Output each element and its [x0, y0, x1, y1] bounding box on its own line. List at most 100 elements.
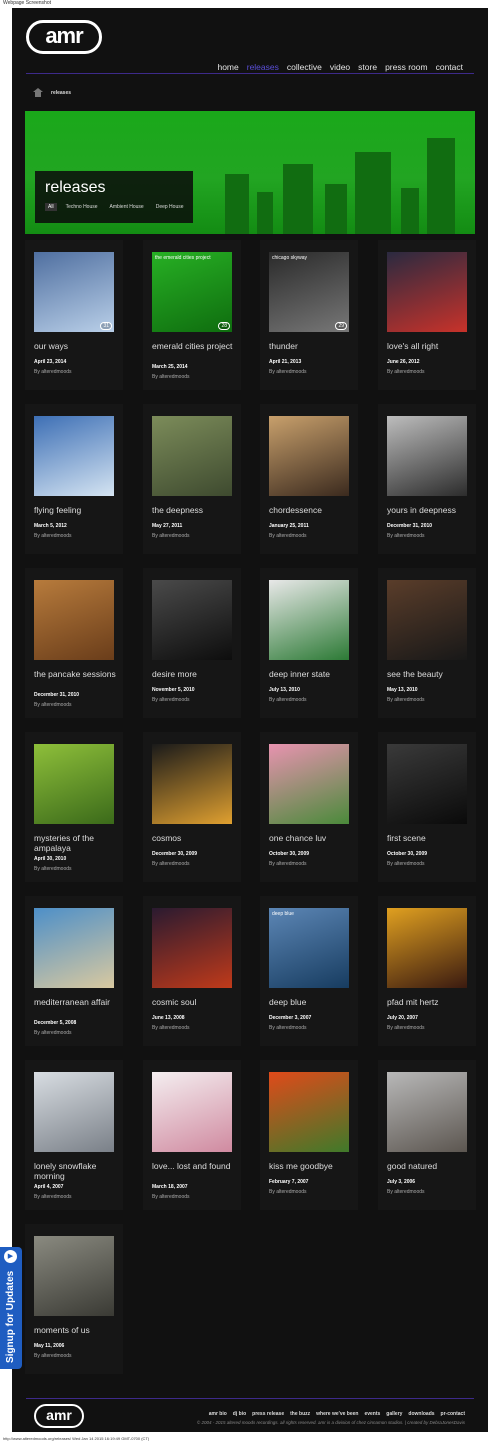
release-author[interactable]: By alteredmoods [152, 374, 190, 380]
release-cover[interactable] [152, 1072, 232, 1152]
release-cover[interactable] [152, 580, 232, 660]
filter-techno-house[interactable]: Techno House [63, 203, 101, 211]
release-cover[interactable] [152, 744, 232, 824]
release-cover[interactable] [269, 744, 349, 824]
release-author[interactable]: By alteredmoods [269, 1025, 307, 1031]
release-title[interactable]: moments of us [34, 1325, 124, 1335]
release-cover[interactable] [269, 580, 349, 660]
nav-item-video[interactable]: video [330, 62, 350, 72]
release-author[interactable]: By alteredmoods [34, 1030, 72, 1036]
release-title[interactable]: mediterranean affair [34, 997, 124, 1007]
release-cover[interactable] [34, 416, 114, 496]
release-cover[interactable] [387, 416, 467, 496]
release-author[interactable]: By alteredmoods [152, 533, 190, 539]
release-author[interactable]: By alteredmoods [387, 1025, 425, 1031]
filter-all[interactable]: All [45, 203, 57, 211]
filter-deep-house[interactable]: Deep House [153, 203, 187, 211]
release-cover[interactable] [387, 908, 467, 988]
signup-tab[interactable]: ▶ Signup for Updates [0, 1247, 22, 1369]
release-author[interactable]: By alteredmoods [387, 533, 425, 539]
release-author[interactable]: By alteredmoods [34, 1194, 72, 1200]
footer-link-the-buzz[interactable]: the buzz [290, 1411, 310, 1417]
release-cover[interactable] [34, 744, 114, 824]
nav-item-releases[interactable]: releases [247, 62, 279, 72]
release-title[interactable]: flying feeling [34, 505, 124, 515]
release-title[interactable]: love... lost and found [152, 1161, 242, 1171]
release-cover[interactable]: chicago skyway 29 [269, 252, 349, 332]
footer-link-pr-contact[interactable]: pr-contact [441, 1411, 465, 1417]
release-author[interactable]: By alteredmoods [269, 1189, 307, 1195]
release-cover[interactable] [34, 1072, 114, 1152]
release-title[interactable]: the pancake sessions [34, 669, 124, 679]
release-title[interactable]: deep blue [269, 997, 359, 1007]
release-title[interactable]: mysteries of the ampalaya [34, 833, 124, 853]
release-author[interactable]: By alteredmoods [387, 369, 425, 375]
release-cover[interactable]: the emerald cities project 28 [152, 252, 232, 332]
release-cover[interactable] [152, 908, 232, 988]
footer-link-events[interactable]: events [364, 1411, 380, 1417]
release-author[interactable]: By alteredmoods [152, 697, 190, 703]
release-cover[interactable] [387, 744, 467, 824]
release-cover[interactable] [34, 580, 114, 660]
release-author[interactable]: By alteredmoods [34, 702, 72, 708]
footer-link-press-release[interactable]: press release [252, 1411, 284, 1417]
nav-item-store[interactable]: store [358, 62, 377, 72]
release-title[interactable]: cosmos [152, 833, 242, 843]
release-cover[interactable] [152, 416, 232, 496]
release-title[interactable]: one chance luv [269, 833, 359, 843]
footer-logo[interactable]: amr [34, 1404, 84, 1428]
release-cover[interactable]: 31 [34, 252, 114, 332]
nav-item-contact[interactable]: contact [436, 62, 463, 72]
release-author[interactable]: By alteredmoods [269, 533, 307, 539]
site-logo[interactable]: amr [26, 20, 102, 54]
release-title[interactable]: the deepness [152, 505, 242, 515]
footer-link-amr-bio[interactable]: amr bio [209, 1411, 227, 1417]
release-cover[interactable] [269, 1072, 349, 1152]
release-author[interactable]: By alteredmoods [387, 1189, 425, 1195]
release-title[interactable]: kiss me goodbye [269, 1161, 359, 1171]
release-author[interactable]: By alteredmoods [269, 697, 307, 703]
nav-item-home[interactable]: home [217, 62, 238, 72]
release-date: May 27, 2011 [152, 523, 183, 529]
release-cover[interactable] [269, 416, 349, 496]
release-author[interactable]: By alteredmoods [152, 861, 190, 867]
nav-item-press-room[interactable]: press room [385, 62, 428, 72]
release-author[interactable]: By alteredmoods [269, 369, 307, 375]
release-cover[interactable]: deep blue [269, 908, 349, 988]
release-author[interactable]: By alteredmoods [34, 866, 72, 872]
footer-link-where-we-ve-been[interactable]: where we've been [316, 1411, 358, 1417]
filter-ambient-house[interactable]: Ambient House [107, 203, 147, 211]
release-title[interactable]: thunder [269, 341, 359, 351]
release-title[interactable]: deep inner state [269, 669, 359, 679]
footer-link-dj-bio[interactable]: dj bio [233, 1411, 246, 1417]
footer-link-downloads[interactable]: downloads [408, 1411, 434, 1417]
release-title[interactable]: see the beauty [387, 669, 477, 679]
release-title[interactable]: love's all right [387, 341, 477, 351]
release-cover[interactable] [387, 1072, 467, 1152]
release-author[interactable]: By alteredmoods [152, 1025, 190, 1031]
release-cover[interactable] [34, 1236, 114, 1316]
release-author[interactable]: By alteredmoods [34, 1353, 72, 1359]
release-title[interactable]: lonely snowflake morning [34, 1161, 124, 1181]
release-author[interactable]: By alteredmoods [387, 861, 425, 867]
release-author[interactable]: By alteredmoods [152, 1194, 190, 1200]
release-title[interactable]: good natured [387, 1161, 477, 1171]
home-icon[interactable] [33, 88, 43, 97]
release-title[interactable]: chordessence [269, 505, 359, 515]
release-title[interactable]: desire more [152, 669, 242, 679]
release-cover[interactable] [387, 252, 467, 332]
release-author[interactable]: By alteredmoods [34, 533, 72, 539]
release-title[interactable]: yours in deepness [387, 505, 477, 515]
release-title[interactable]: our ways [34, 341, 124, 351]
release-cover[interactable] [34, 908, 114, 988]
nav-item-collective[interactable]: collective [287, 62, 322, 72]
release-title[interactable]: cosmic soul [152, 997, 242, 1007]
release-cover[interactable] [387, 580, 467, 660]
release-author[interactable]: By alteredmoods [34, 369, 72, 375]
release-author[interactable]: By alteredmoods [387, 697, 425, 703]
release-title[interactable]: first scene [387, 833, 477, 843]
footer-link-gallery[interactable]: gallery [386, 1411, 402, 1417]
release-title[interactable]: emerald cities project [152, 341, 242, 351]
release-author[interactable]: By alteredmoods [269, 861, 307, 867]
release-title[interactable]: pfad mit hertz [387, 997, 477, 1007]
